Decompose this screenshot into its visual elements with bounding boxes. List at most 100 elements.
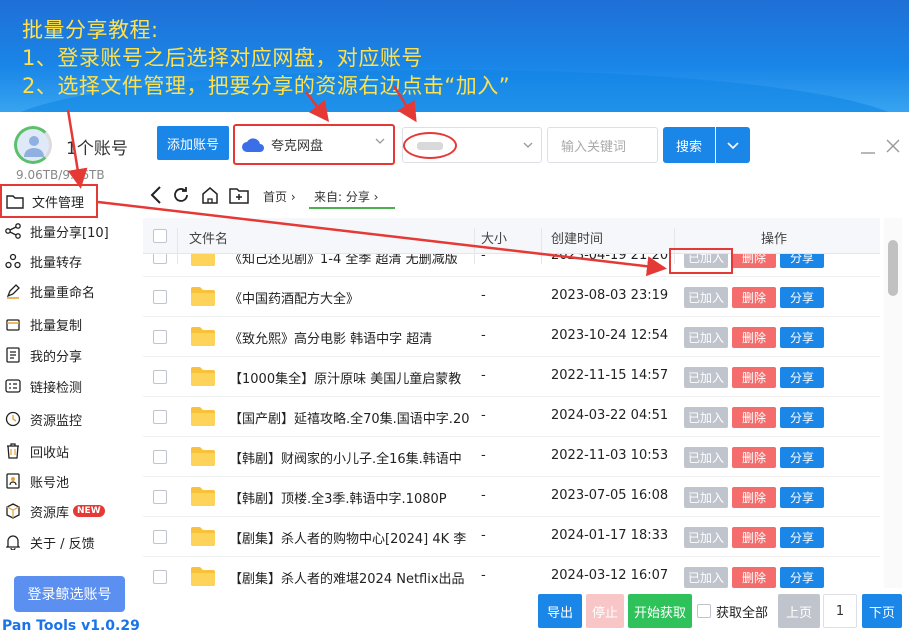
share-button[interactable]: 分享	[780, 327, 824, 348]
keyword-input[interactable]: 输入关键词	[547, 127, 658, 163]
add-account-button[interactable]: 添加账号	[157, 126, 229, 160]
table-row[interactable]: 【1000集全】原汁原味 美国儿童启蒙教 - 2022-11-15 14:57 已加入…	[143, 357, 880, 397]
row-checkbox[interactable]	[153, 254, 167, 264]
export-button[interactable]: 导出	[538, 594, 582, 628]
breadcrumb-current[interactable]: 来自: 分享 ›	[314, 188, 378, 205]
file-name[interactable]: 【韩剧】财阀家的小儿子.全16集.韩语中	[229, 448, 474, 467]
home-icon[interactable]	[201, 186, 219, 206]
share-button[interactable]: 分享	[780, 407, 824, 428]
share-button[interactable]: 分享	[780, 254, 824, 268]
file-name[interactable]: 【1000集全】原汁原味 美国儿童启蒙教	[229, 368, 474, 387]
delete-button[interactable]: 删除	[732, 527, 776, 548]
stop-button[interactable]: 停止	[586, 594, 624, 628]
close-icon[interactable]	[886, 138, 900, 157]
joined-button[interactable]: 已加入	[684, 327, 728, 348]
share-button[interactable]: 分享	[780, 567, 824, 588]
file-size: -	[481, 448, 486, 463]
table-row[interactable]: 《中国药酒配方大全》 - 2023-08-03 23:19 已加入 删除 分享	[143, 277, 880, 317]
folder-icon	[191, 367, 215, 386]
next-page-button[interactable]: 下页	[862, 594, 902, 628]
row-checkbox[interactable]	[153, 410, 167, 424]
share-button[interactable]: 分享	[780, 287, 824, 308]
col-header-created[interactable]: 创建时间	[551, 228, 603, 247]
banner-title: 批量分享教程:	[22, 18, 159, 42]
row-checkbox[interactable]	[153, 330, 167, 344]
sidebar-item-file-manager[interactable]: 文件管理	[0, 184, 98, 218]
avatar[interactable]	[14, 126, 52, 164]
file-created-time: 2024-03-12 16:07	[551, 568, 669, 583]
file-name[interactable]: 《致允熙》高分电影 韩语中字 超清	[229, 328, 474, 347]
refresh-icon[interactable]	[172, 186, 190, 206]
share-button[interactable]: 分享	[780, 447, 824, 468]
drive-select[interactable]: 夸克网盘	[233, 124, 395, 165]
joined-button[interactable]: 已加入	[684, 567, 728, 588]
chevron-down-icon	[727, 141, 739, 149]
delete-button[interactable]: 删除	[732, 447, 776, 468]
delete-button[interactable]: 删除	[732, 567, 776, 588]
table-row[interactable]: 【剧集】杀人者的难堪2024 Netflix出品 - 2024-03-12 16:0…	[143, 557, 880, 590]
delete-button[interactable]: 删除	[732, 407, 776, 428]
select-all-checkbox[interactable]	[153, 229, 167, 243]
row-checkbox[interactable]	[153, 490, 167, 504]
minimize-icon[interactable]	[861, 139, 875, 158]
breadcrumb-home-label: 首页	[263, 190, 288, 204]
table-row[interactable]: 《知己还见剧》1-4 全季 超清 无删减版 -2023-04-19 21:20 已加…	[143, 254, 880, 277]
file-name[interactable]: 《中国药酒配方大全》	[229, 288, 474, 307]
prev-page-button[interactable]: 上页	[778, 594, 820, 628]
folder-icon	[191, 327, 215, 346]
joined-button[interactable]: 已加入	[684, 447, 728, 468]
row-checkbox[interactable]	[153, 530, 167, 544]
file-name[interactable]: 【国产剧】延禧攻略.全70集.国语中字.20	[229, 408, 474, 427]
delete-button[interactable]: 删除	[732, 367, 776, 388]
table-row[interactable]: 【韩剧】财阀家的小儿子.全16集.韩语中 - 2022-11-03 10:53 已加入…	[143, 437, 880, 477]
share-button[interactable]: 分享	[780, 487, 824, 508]
col-header-size[interactable]: 大小	[481, 228, 507, 247]
folder-icon	[191, 254, 215, 266]
joined-button[interactable]: 已加入	[684, 367, 728, 388]
annotation-box-join	[669, 248, 733, 274]
table-row[interactable]: 【国产剧】延禧攻略.全70集.国语中字.20- 2024-03-22 04:51 已…	[143, 397, 880, 437]
share-button[interactable]: 分享	[780, 367, 824, 388]
masked-account-name	[417, 142, 443, 150]
file-created-time: 2022-11-03 10:53	[551, 448, 669, 463]
row-checkbox[interactable]	[153, 570, 167, 584]
delete-button[interactable]: 删除	[732, 327, 776, 348]
banner-step-2: 2、选择文件管理，把要分享的资源右边点击“加入”	[22, 74, 511, 98]
fetch-all-checkbox[interactable]	[697, 604, 711, 618]
folder-icon	[191, 447, 215, 466]
new-folder-icon[interactable]	[229, 186, 249, 206]
table-row[interactable]: 《致允熙》高分电影 韩语中字 超清 - 2023-10-24 12:54 已加入 删除分…	[143, 317, 880, 357]
row-checkbox[interactable]	[153, 450, 167, 464]
sidebar-item-label: 批量分享[10]	[30, 225, 109, 241]
scrollbar-thumb[interactable]	[888, 240, 898, 296]
file-name[interactable]: 【剧集】杀人者的购物中心[2024] 4K 李	[229, 528, 474, 547]
file-created-time: 2023-08-03 23:19	[551, 288, 669, 303]
breadcrumb-home[interactable]: 首页 ›	[263, 188, 296, 205]
back-icon[interactable]	[150, 186, 162, 206]
delete-button[interactable]: 删除	[732, 487, 776, 508]
col-header-name[interactable]: 文件名	[189, 228, 228, 247]
joined-button[interactable]: 已加入	[684, 487, 728, 508]
file-name[interactable]: 【韩剧】顶楼.全3季.韩语中字.1080P	[229, 488, 474, 507]
share-button[interactable]: 分享	[780, 527, 824, 548]
page-number-input[interactable]: 1	[823, 594, 857, 628]
delete-button[interactable]: 删除	[732, 287, 776, 308]
file-name[interactable]: 《知己还见剧》1-4 全季 超清 无删减版	[229, 254, 474, 267]
table-row[interactable]: 【剧集】杀人者的购物中心[2024] 4K 李 - 2024-01-17 18:33…	[143, 517, 880, 557]
file-name[interactable]: 【剧集】杀人者的难堪2024 Netflix出品	[229, 568, 474, 587]
folder-icon	[6, 192, 24, 210]
search-button[interactable]: 搜索	[663, 127, 715, 163]
drive-select-value: 夸克网盘	[271, 139, 324, 154]
account-select[interactable]	[402, 127, 542, 163]
search-options-button[interactable]	[716, 127, 750, 163]
file-created-time: 2023-10-24 12:54	[551, 328, 669, 343]
delete-button[interactable]: 删除	[732, 254, 776, 268]
row-checkbox[interactable]	[153, 290, 167, 304]
joined-button[interactable]: 已加入	[684, 527, 728, 548]
sidebar-item-batch-share[interactable]: 批量分享[10]	[0, 216, 140, 246]
joined-button[interactable]: 已加入	[684, 287, 728, 308]
row-checkbox[interactable]	[153, 370, 167, 384]
table-row[interactable]: 【韩剧】顶楼.全3季.韩语中字.1080P - 2023-07-05 16:08 已加…	[143, 477, 880, 517]
joined-button[interactable]: 已加入	[684, 407, 728, 428]
start-fetch-button[interactable]: 开始获取	[628, 594, 692, 628]
